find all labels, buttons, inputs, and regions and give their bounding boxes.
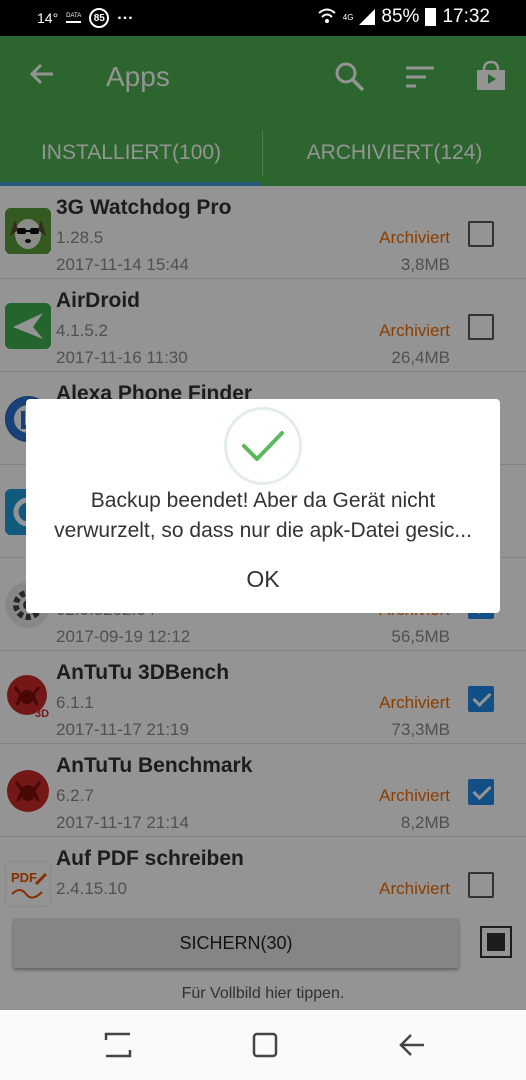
notification-badge-icon: 85 xyxy=(89,8,110,28)
success-check-icon xyxy=(224,407,302,485)
more-notifications-icon: ... xyxy=(117,6,134,23)
wifi-calling-icon xyxy=(318,8,336,23)
signal-icon xyxy=(359,9,376,25)
status-bar: 14° DATA 85 ... 4G 85% 17:32 xyxy=(0,0,526,36)
dialog-message-line-1: Backup beendet! Aber da Gerät nicht xyxy=(90,489,436,512)
home-icon[interactable] xyxy=(251,1030,279,1060)
recent-apps-icon[interactable] xyxy=(104,1030,132,1060)
battery-percent: 85% xyxy=(381,6,420,27)
clock-time: 17:32 xyxy=(442,6,490,27)
backup-complete-dialog: Backup beendet! Aber da Gerät nicht verw… xyxy=(26,399,500,613)
navigation-bar xyxy=(0,1010,526,1080)
temperature-text: 14° xyxy=(37,10,59,26)
ok-button[interactable]: OK xyxy=(222,561,304,597)
data-saver-icon: DATA xyxy=(66,13,82,23)
network-type-icon: 4G xyxy=(342,12,354,22)
dialog-message-line-2: verwurzelt, so dass nur die apk-Datei ge… xyxy=(54,519,472,542)
dialog-message: Backup beendet! Aber da Gerät nicht verw… xyxy=(32,486,494,546)
battery-icon xyxy=(425,8,437,26)
back-icon[interactable] xyxy=(398,1030,426,1060)
